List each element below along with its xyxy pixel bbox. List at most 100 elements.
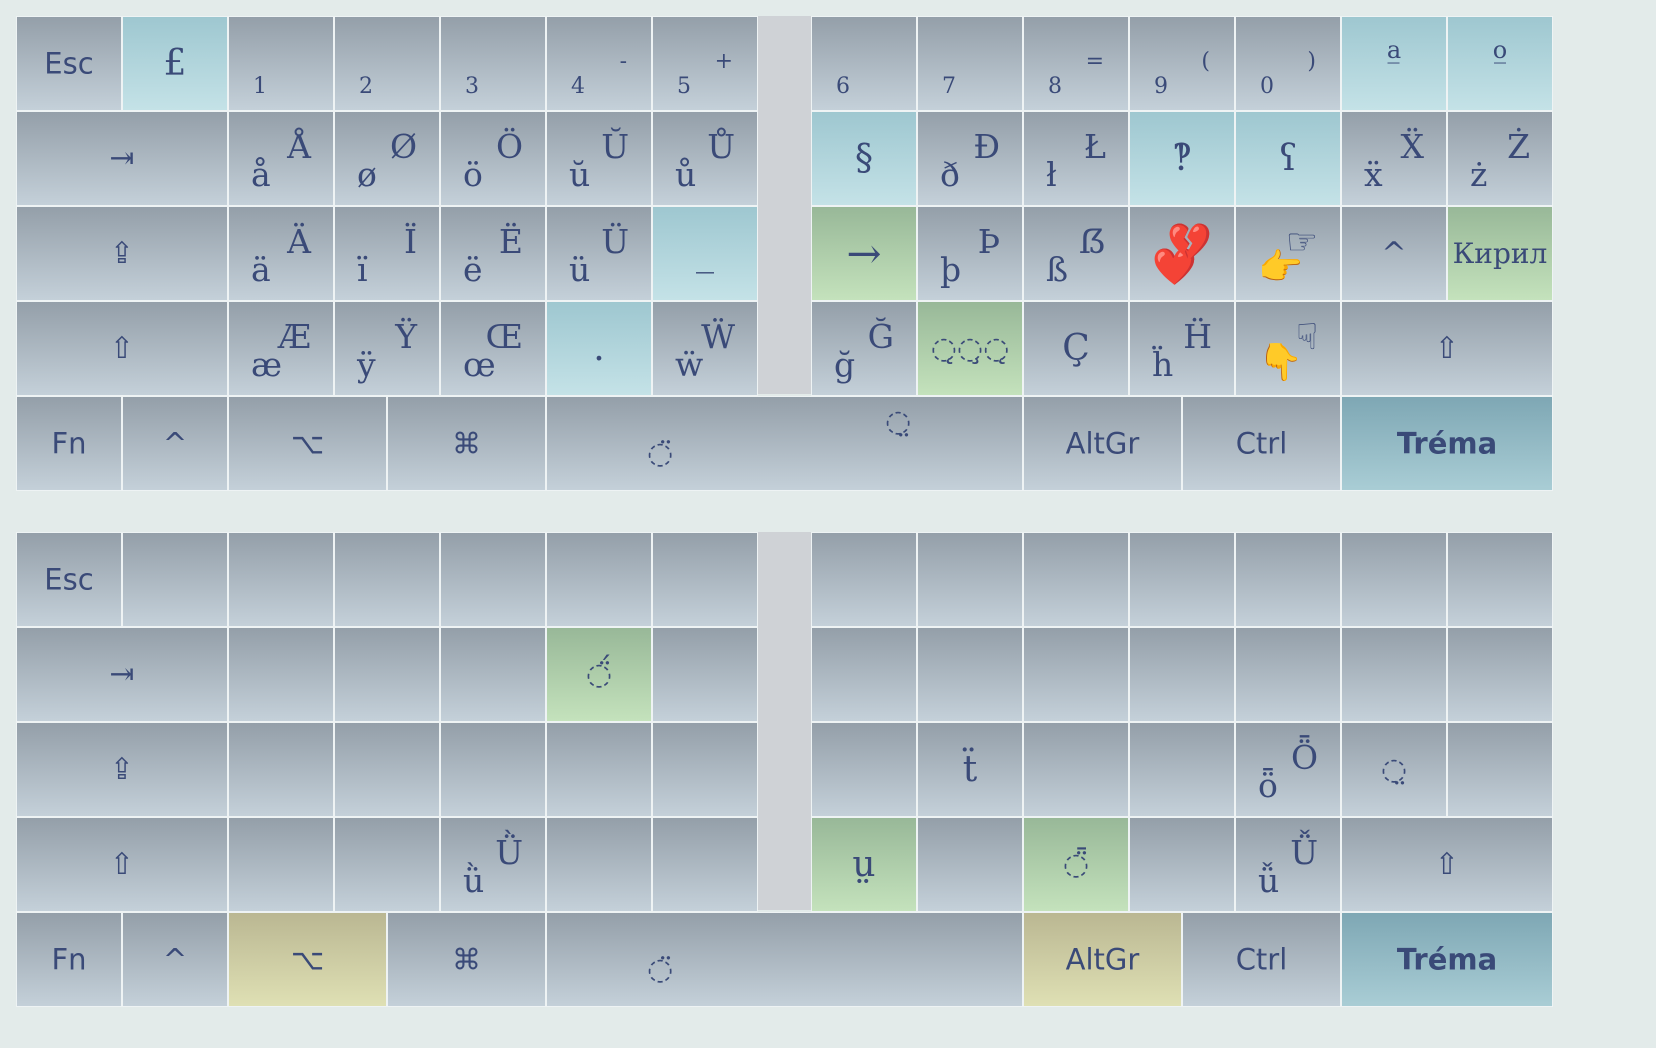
- key-caps-lock[interactable]: ⇪: [16, 206, 228, 301]
- key-thorn[interactable]: þÞ: [917, 206, 1023, 301]
- key-u-umlaut[interactable]: üÜ: [546, 206, 652, 301]
- key-diaeresis-acute[interactable]: ◌̈́: [546, 627, 652, 722]
- key-esc[interactable]: Esc: [16, 532, 122, 627]
- key-e-umlaut[interactable]: ëË: [440, 206, 546, 301]
- key-blank[interactable]: [1447, 532, 1553, 627]
- key-glottal[interactable]: ʕ: [1235, 111, 1341, 206]
- key-blank[interactable]: [228, 627, 334, 722]
- key-blank[interactable]: [917, 627, 1023, 722]
- key-o-umlaut-macron[interactable]: ȫȪ: [1235, 722, 1341, 817]
- key-l-stroke[interactable]: łŁ: [1023, 111, 1129, 206]
- key-caps-lock[interactable]: ⇪: [16, 722, 228, 817]
- key-blank[interactable]: [228, 817, 334, 912]
- key-trema[interactable]: Tréma: [1341, 396, 1553, 491]
- key-ordinal-o[interactable]: o̲: [1447, 16, 1553, 111]
- key-blank[interactable]: [811, 532, 917, 627]
- key-section[interactable]: §: [811, 111, 917, 206]
- key-blank[interactable]: [652, 627, 758, 722]
- key-0[interactable]: 0): [1235, 16, 1341, 111]
- key-blank[interactable]: [652, 817, 758, 912]
- key-7[interactable]: 7: [917, 16, 1023, 111]
- key-blank[interactable]: [1447, 627, 1553, 722]
- key-blank[interactable]: [122, 532, 228, 627]
- key-option[interactable]: ⌥: [228, 396, 387, 491]
- key-3[interactable]: 3: [440, 16, 546, 111]
- key-c-cedilla[interactable]: Ç: [1023, 301, 1129, 396]
- key-2[interactable]: 2: [334, 16, 440, 111]
- key-blank[interactable]: [917, 532, 1023, 627]
- key-u-umlaut-caron[interactable]: ǚǙ: [1235, 817, 1341, 912]
- key-blank[interactable]: [546, 532, 652, 627]
- key-i-umlaut[interactable]: ïÏ: [334, 206, 440, 301]
- key-command[interactable]: ⌘: [387, 396, 546, 491]
- key-6[interactable]: 6: [811, 16, 917, 111]
- key-tab[interactable]: ⇥: [16, 627, 228, 722]
- key-blank[interactable]: [917, 817, 1023, 912]
- key-pound[interactable]: £: [122, 16, 228, 111]
- key-blank[interactable]: [1129, 532, 1235, 627]
- key-fn[interactable]: Fn: [16, 912, 122, 1007]
- key-control-symbol[interactable]: ^: [122, 396, 228, 491]
- key-h-umlaut[interactable]: ḧḦ: [1129, 301, 1235, 396]
- key-ae[interactable]: æÆ: [228, 301, 334, 396]
- key-blank[interactable]: [334, 532, 440, 627]
- key-4[interactable]: 4-: [546, 16, 652, 111]
- key-t-umlaut[interactable]: ẗ: [917, 722, 1023, 817]
- key-ctrl[interactable]: Ctrl: [1182, 912, 1341, 1007]
- key-o-umlaut[interactable]: öÖ: [440, 111, 546, 206]
- key-ordinal-a[interactable]: a̲: [1341, 16, 1447, 111]
- key-blank[interactable]: [228, 532, 334, 627]
- key-underscore[interactable]: _: [652, 206, 758, 301]
- key-shift-left[interactable]: ⇧: [16, 817, 228, 912]
- key-esc[interactable]: Esc: [16, 16, 122, 111]
- key-blank[interactable]: [334, 627, 440, 722]
- key-1[interactable]: 1: [228, 16, 334, 111]
- key-eth[interactable]: ðĐ: [917, 111, 1023, 206]
- key-ctrl[interactable]: Ctrl: [1182, 396, 1341, 491]
- key-blank[interactable]: [652, 722, 758, 817]
- key-blank[interactable]: [440, 722, 546, 817]
- key-5[interactable]: 5 +: [652, 16, 758, 111]
- key-blank[interactable]: [1129, 817, 1235, 912]
- key-9[interactable]: 9(: [1129, 16, 1235, 111]
- key-blank[interactable]: [1129, 722, 1235, 817]
- key-cyrillic[interactable]: Кирил: [1447, 206, 1553, 301]
- key-blank[interactable]: [1023, 627, 1129, 722]
- key-command[interactable]: ⌘: [387, 912, 546, 1007]
- key-altgr[interactable]: AltGr: [1023, 912, 1182, 1007]
- key-z-dot[interactable]: żŻ: [1447, 111, 1553, 206]
- key-blank[interactable]: [811, 627, 917, 722]
- key-blank[interactable]: [1341, 532, 1447, 627]
- key-altgr[interactable]: AltGr: [1023, 396, 1182, 491]
- key-blank[interactable]: [334, 817, 440, 912]
- key-ogonek-cedilla[interactable]: ◌̨◌̧◌̨: [917, 301, 1023, 396]
- key-x-umlaut[interactable]: ẍẌ: [1341, 111, 1447, 206]
- key-blank[interactable]: [440, 627, 546, 722]
- key-a-umlaut[interactable]: äÄ: [228, 206, 334, 301]
- key-g-breve[interactable]: ğĞ: [811, 301, 917, 396]
- key-o-slash[interactable]: øØ: [334, 111, 440, 206]
- key-arrow[interactable]: →: [811, 206, 917, 301]
- key-diaeresis-below[interactable]: ◌̤: [1341, 722, 1447, 817]
- key-fn[interactable]: Fn: [16, 396, 122, 491]
- key-a-ring[interactable]: åÅ: [228, 111, 334, 206]
- key-pointing-right[interactable]: 👉 ☞: [1235, 206, 1341, 301]
- key-blank[interactable]: [652, 532, 758, 627]
- key-shift-right[interactable]: ⇧: [1341, 817, 1553, 912]
- key-option[interactable]: ⌥: [228, 912, 387, 1007]
- key-hearts[interactable]: ❤️ 💔: [1129, 206, 1235, 301]
- key-y-umlaut[interactable]: ÿŸ: [334, 301, 440, 396]
- key-interrobang[interactable]: ‽: [1129, 111, 1235, 206]
- key-8[interactable]: 8 =: [1023, 16, 1129, 111]
- key-caret[interactable]: ^: [1341, 206, 1447, 301]
- key-oe[interactable]: œŒ: [440, 301, 546, 396]
- key-blank[interactable]: [228, 722, 334, 817]
- key-w-umlaut[interactable]: ẅẄ: [652, 301, 758, 396]
- key-pointing-down[interactable]: 👇 ☟: [1235, 301, 1341, 396]
- key-blank[interactable]: [546, 817, 652, 912]
- key-space[interactable]: ◌̈ ◌̤: [546, 396, 1023, 491]
- key-sharp-s[interactable]: ßẞ: [1023, 206, 1129, 301]
- key-shift-left[interactable]: ⇧: [16, 301, 228, 396]
- key-u-umlaut-grave[interactable]: ǜǛ: [440, 817, 546, 912]
- key-space[interactable]: ◌̈: [546, 912, 1023, 1007]
